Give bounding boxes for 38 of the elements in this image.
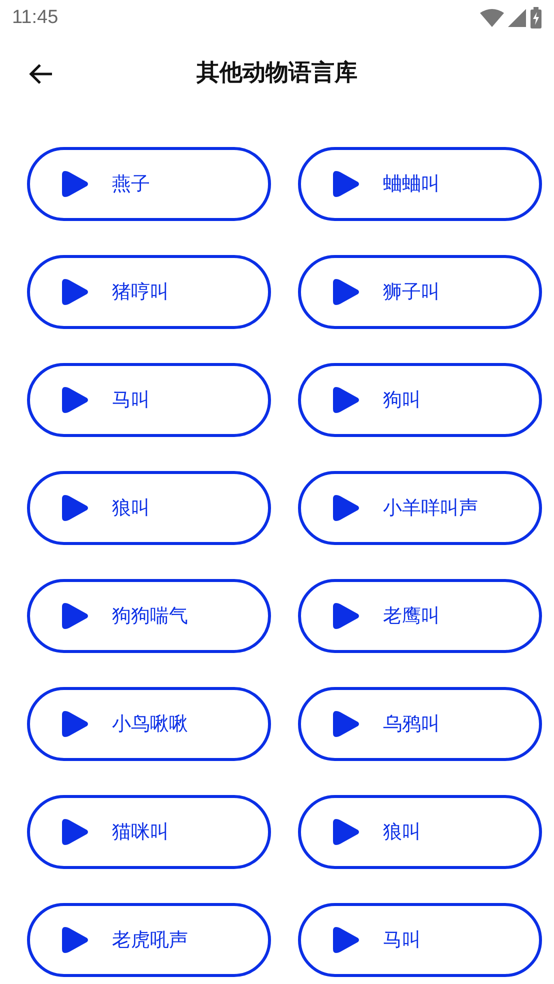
page-title: 其他动物语言库 (196, 60, 358, 88)
sound-button[interactable]: 狗狗喘气 (27, 579, 271, 653)
play-icon (331, 492, 361, 524)
sound-button[interactable]: 马叫 (298, 903, 542, 977)
sound-button[interactable]: 狼叫 (298, 795, 542, 869)
sound-button[interactable]: 猪哼叫 (27, 255, 271, 329)
sound-button[interactable]: 蛐蛐叫 (298, 147, 542, 221)
wifi-icon (480, 9, 504, 27)
play-icon (60, 168, 90, 200)
play-icon (60, 816, 90, 848)
sound-button[interactable]: 马叫 (27, 363, 271, 437)
sound-button[interactable]: 小鸟啾啾 (27, 687, 271, 761)
sound-button[interactable]: 猫咪叫 (27, 795, 271, 869)
sound-button[interactable]: 狮子叫 (298, 255, 542, 329)
play-icon (331, 816, 361, 848)
sound-button[interactable]: 老虎吼声 (27, 903, 271, 977)
play-icon (331, 168, 361, 200)
signal-icon (508, 9, 526, 27)
play-icon (331, 384, 361, 416)
play-icon (331, 276, 361, 308)
sound-button[interactable]: 老鹰叫 (298, 579, 542, 653)
sound-button[interactable]: 小羊咩叫声 (298, 471, 542, 545)
play-icon (60, 708, 90, 740)
play-icon (60, 384, 90, 416)
sound-button[interactable]: 狗叫 (298, 363, 542, 437)
sound-button[interactable]: 狼叫 (27, 471, 271, 545)
battery-icon (530, 7, 542, 29)
play-icon (60, 600, 90, 632)
play-icon (60, 492, 90, 524)
play-icon (331, 708, 361, 740)
back-arrow-icon (28, 63, 54, 85)
sound-button[interactable]: 乌鸦叫 (298, 687, 542, 761)
play-icon (60, 924, 90, 956)
play-icon (60, 276, 90, 308)
play-icon (331, 924, 361, 956)
status-time: 11:45 (12, 6, 58, 30)
sound-button[interactable]: 燕子 (27, 147, 271, 221)
play-icon (331, 600, 361, 632)
